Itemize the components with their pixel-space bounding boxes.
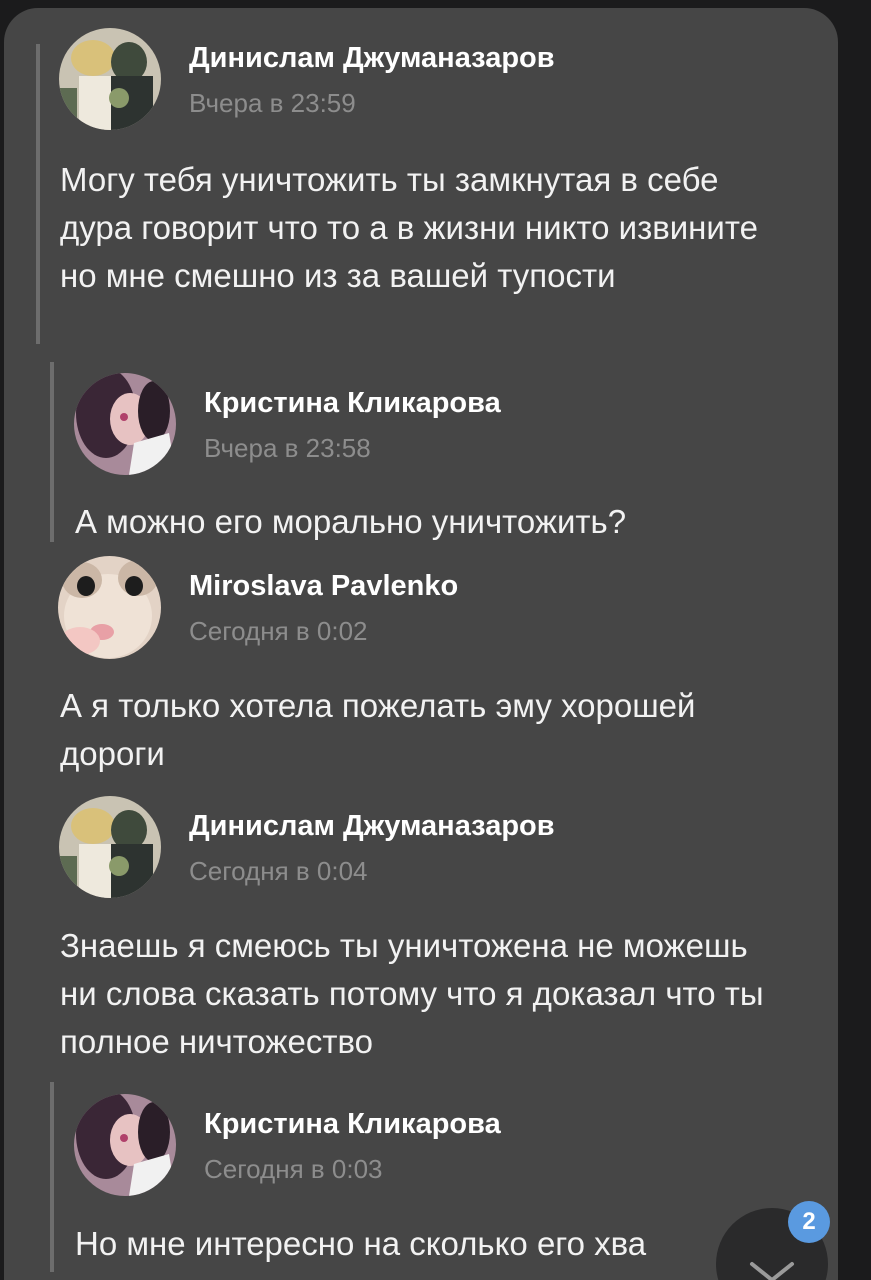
quote-line xyxy=(36,44,40,344)
avatar[interactable] xyxy=(58,556,161,659)
avatar[interactable] xyxy=(74,373,176,475)
comment-text: Знаешь я смеюсь ты уничтожена не можешь … xyxy=(60,927,764,1060)
comment-time: Вчера в 23:59 xyxy=(189,88,356,118)
avatar[interactable] xyxy=(74,1094,176,1196)
comment-time: Сегодня в 0:03 xyxy=(204,1154,383,1184)
quote-line xyxy=(50,1082,54,1272)
comment-author[interactable]: Динислам Джуманазаров xyxy=(189,42,555,75)
avatar[interactable] xyxy=(59,796,161,898)
comment-text: Могу тебя уничтожить ты замкнутая в себе… xyxy=(60,161,758,294)
comment-text: А можно его морально уничтожить? xyxy=(75,503,627,540)
avatar[interactable] xyxy=(59,28,161,130)
comment-time: Сегодня в 0:02 xyxy=(189,616,368,646)
comment-text: А я только хотела пожелать эму хорошей д… xyxy=(60,687,696,772)
comment-author[interactable]: Динислам Джуманазаров xyxy=(189,810,555,843)
comment-author[interactable]: Miroslava Pavlenko xyxy=(189,570,458,603)
comment-author[interactable]: Кристина Кликарова xyxy=(204,387,501,420)
screen: Динислам Джуманазаров Вчера в 23:59 Могу… xyxy=(0,0,871,1280)
comment-time: Вчера в 23:58 xyxy=(204,433,371,463)
comment-time: Сегодня в 0:04 xyxy=(189,856,368,886)
unread-count-badge[interactable]: 2 xyxy=(788,1201,830,1243)
quote-line xyxy=(50,362,54,542)
comment-text: Но мне интересно на сколько его хва xyxy=(75,1225,647,1262)
comment-author[interactable]: Кристина Кликарова xyxy=(204,1108,501,1141)
